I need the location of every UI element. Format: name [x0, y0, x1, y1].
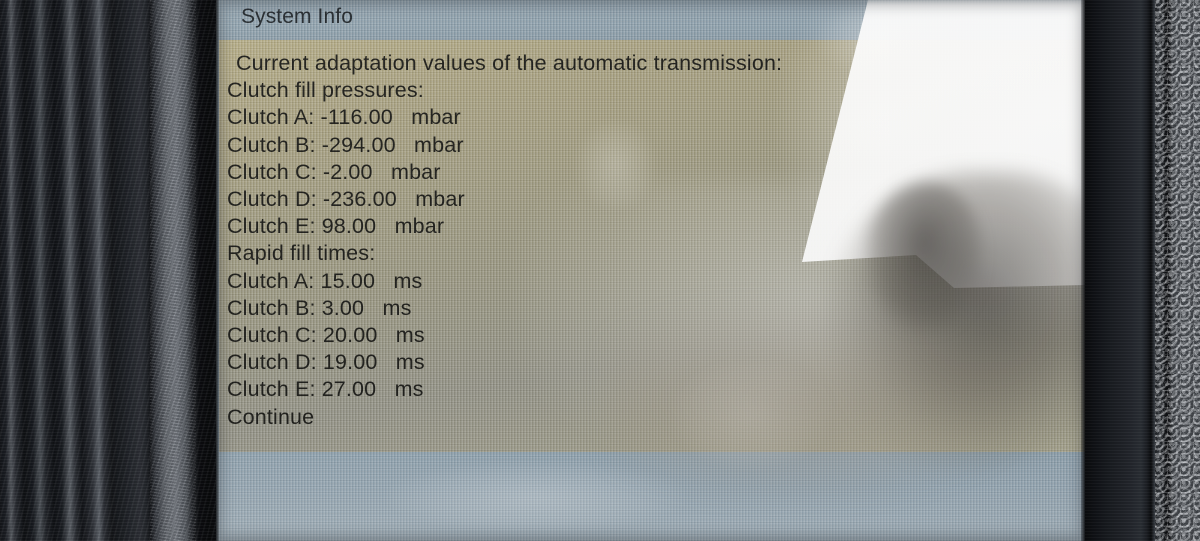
time-row-clutch-d: Clutch D: 19.00 ms — [227, 350, 425, 375]
section-label-rapid-fill-times: Rapid fill times: — [227, 241, 376, 266]
pressure-row-clutch-d: Clutch D: -236.00 mbar — [227, 187, 465, 212]
scanner-photo: System Info Current adaptation values of… — [0, 0, 1200, 541]
adaptation-heading: Current adaptation values of the automat… — [236, 51, 783, 75]
device-bezel-right — [1085, 0, 1200, 541]
time-row-clutch-c: Clutch C: 20.00 ms — [227, 323, 425, 348]
pressure-row-clutch-b: Clutch B: -294.00 mbar — [227, 132, 464, 157]
info-text-block: Current adaptation values of the automat… — [227, 50, 927, 431]
lower-empty-pane — [216, 452, 1085, 541]
page-title: System Info — [241, 5, 353, 28]
content-panel: Current adaptation values of the automat… — [219, 40, 1085, 452]
bezel-speckle-left — [150, 0, 196, 541]
time-row-clutch-e: Clutch E: 27.00 ms — [227, 377, 424, 402]
bezel-mottled-grip — [1155, 0, 1200, 541]
time-row-clutch-a: Clutch A: 15.00 ms — [227, 268, 423, 293]
pressure-row-clutch-c: Clutch C: -2.00 mbar — [227, 159, 441, 184]
pressure-row-clutch-e: Clutch E: 98.00 mbar — [227, 214, 445, 239]
section-label-clutch-fill-pressures: Clutch fill pressures: — [227, 78, 424, 103]
time-row-clutch-b: Clutch B: 3.00 ms — [227, 295, 412, 320]
lcd-screen: System Info Current adaptation values of… — [216, 0, 1085, 541]
pressure-row-clutch-a: Clutch A: -116.00 mbar — [227, 105, 461, 130]
title-bar: System Info — [216, 0, 1085, 40]
continue-button[interactable]: Continue — [227, 404, 927, 431]
device-bezel-left — [0, 0, 218, 541]
